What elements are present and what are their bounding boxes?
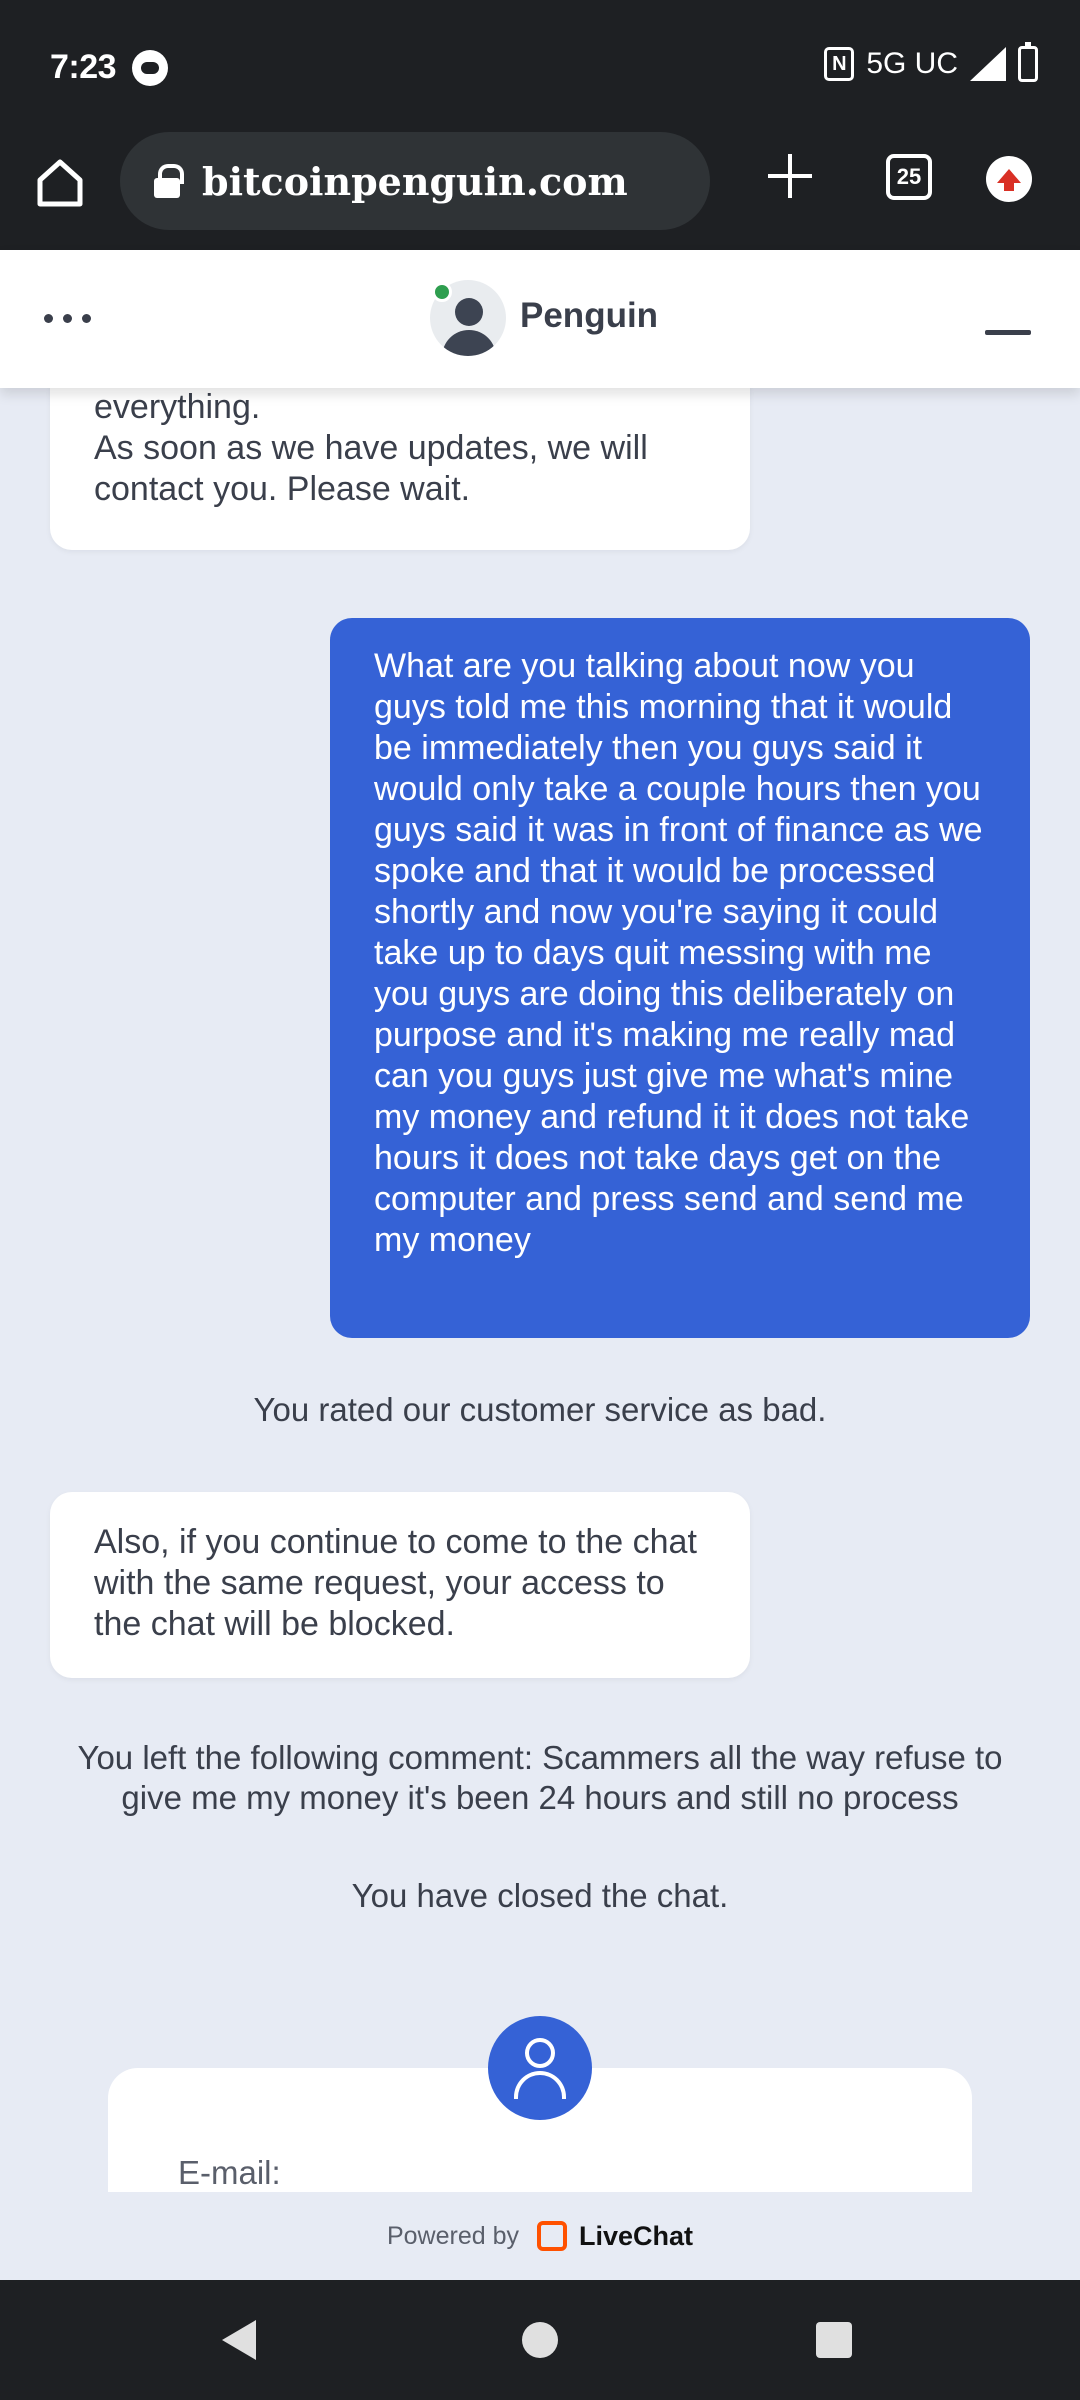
battery-charging-icon xyxy=(1018,42,1038,82)
signal-icon xyxy=(970,47,1006,81)
livechat-logo-icon xyxy=(537,2221,567,2251)
online-status-indicator xyxy=(432,282,452,302)
status-indicators: N 5G UC xyxy=(824,42,1038,82)
chat-messages[interactable]: take several business days to process ev… xyxy=(0,388,1080,2192)
powered-by-text: Powered by xyxy=(386,2221,519,2250)
url-text: bitcoinpenguin.com xyxy=(202,158,628,204)
powered-by-footer[interactable]: Powered by LiveChat xyxy=(0,2192,1080,2280)
system-nav-bar xyxy=(0,2280,1080,2400)
lock-icon xyxy=(154,164,184,198)
network-type: 5G UC xyxy=(866,47,958,80)
agent-message-text: Also, if you continue to come to the cha… xyxy=(94,1523,697,1643)
arrow-up-icon xyxy=(997,169,1021,191)
user-message: What are you talking about now you guys … xyxy=(330,618,1030,1338)
agent-message: take several business days to process ev… xyxy=(50,388,750,550)
more-options-icon[interactable] xyxy=(44,314,91,323)
url-bar[interactable]: bitcoinpenguin.com xyxy=(120,132,710,230)
user-icon xyxy=(488,2016,592,2120)
chat-header: Penguin xyxy=(0,250,1080,388)
update-button[interactable] xyxy=(986,156,1032,202)
tab-switcher-button[interactable]: 25 xyxy=(886,154,932,200)
nfc-icon: N xyxy=(824,47,855,81)
livechat-brand: LiveChat xyxy=(579,2220,694,2251)
home-icon[interactable] xyxy=(30,152,90,212)
chat-closed-note: You have closed the chat. xyxy=(351,1877,729,1914)
status-time: 7:23 xyxy=(50,48,117,86)
new-tab-button[interactable] xyxy=(760,146,820,206)
home-circle-icon[interactable] xyxy=(522,2322,558,2358)
agent-message: Also, if you continue to come to the cha… xyxy=(50,1492,750,1678)
email-field-label: E-mail: xyxy=(178,2154,281,2191)
rating-note: You rated our customer service as bad. xyxy=(253,1391,827,1428)
agent-name: Penguin xyxy=(520,296,659,335)
status-bar: 7:23 N 5G UC xyxy=(0,0,1080,132)
minimize-button[interactable] xyxy=(985,330,1031,335)
game-controller-icon xyxy=(132,50,168,86)
recents-icon[interactable] xyxy=(816,2322,852,2358)
agent-message-text: take several business days to process ev… xyxy=(94,388,648,508)
user-message-text: What are you talking about now you guys … xyxy=(374,647,983,1259)
browser-toolbar: bitcoinpenguin.com 25 xyxy=(0,132,1080,250)
back-icon[interactable] xyxy=(222,2320,256,2360)
comment-note: You left the following comment: Scammers… xyxy=(77,1739,1003,1816)
